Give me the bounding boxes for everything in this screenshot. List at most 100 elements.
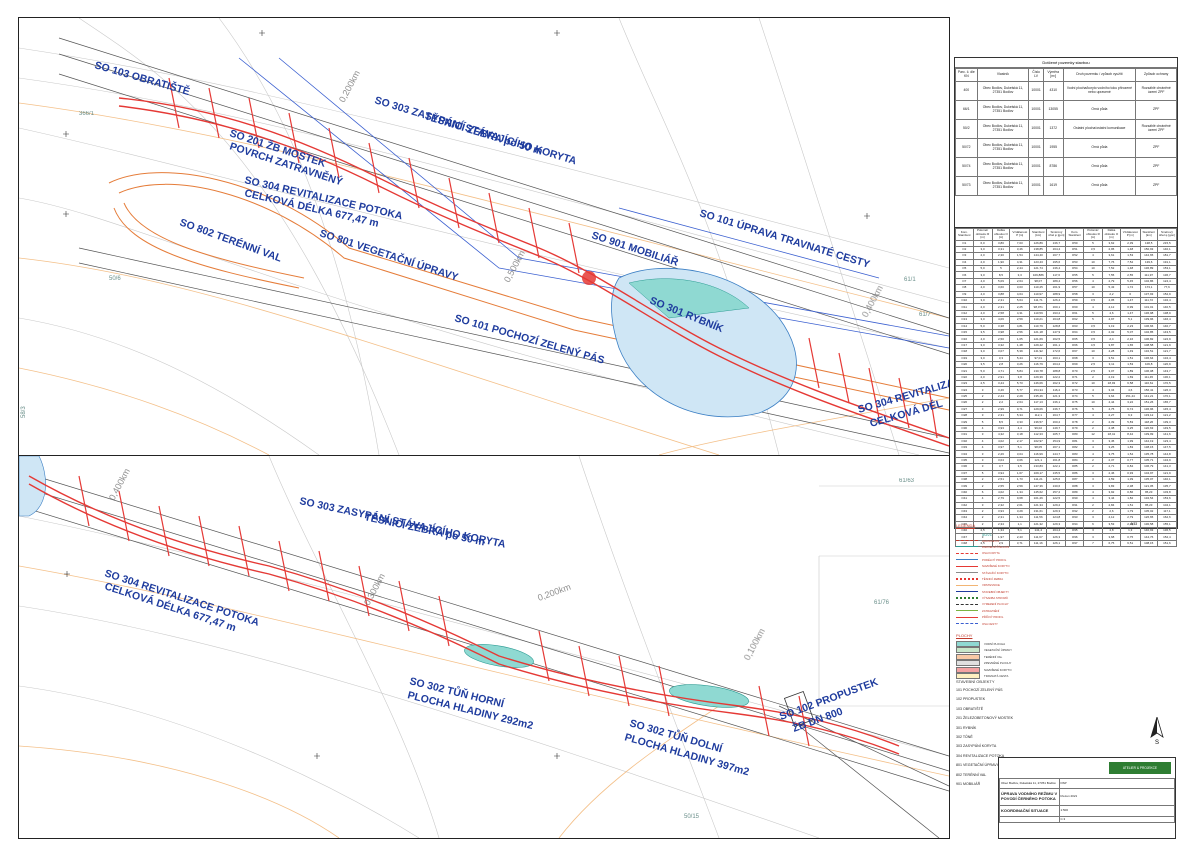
label-top-9: SO 901 MOBILIÁŘ bbox=[590, 228, 680, 268]
legend-area-title: PLOCHY bbox=[956, 632, 973, 638]
table-cell: 50/72 bbox=[955, 138, 978, 158]
object-item: 102 PROPUSTEK bbox=[956, 697, 986, 702]
table-row: 50/72 Obec Bodlov, Dukelská 11, 27351 Bod… bbox=[955, 138, 1177, 158]
legend-items: HRANICE KN PARCELNÍ ČÍSLA KN OSA KORYTA POD… bbox=[954, 537, 1176, 626]
table-cell: Ostatní plocha/ostatní komunikace bbox=[1062, 119, 1137, 139]
tb-empty bbox=[999, 816, 1060, 823]
coords-header: Staničení [km] bbox=[1139, 228, 1158, 241]
parcel-top-1: 50/6 bbox=[109, 276, 121, 282]
legend-label: VYMEZENÍ PLOCHY bbox=[982, 602, 1009, 607]
label-bottom-1: TĚSNICÍ ZEBRA po 50 m bbox=[363, 510, 486, 548]
object-item: 103 OBRATIŠTĚ bbox=[956, 706, 984, 711]
station-bottom-0: 0,400km bbox=[107, 467, 132, 502]
legend-symbol bbox=[956, 591, 978, 593]
map-top[interactable]: SO 103 OBRATIŠTĚ SO 303 ZASYPÁNÍ STÁVAJÍ… bbox=[19, 18, 949, 456]
table-cell: 10001 bbox=[1028, 119, 1044, 139]
table-cell: Orná půda bbox=[1062, 176, 1137, 196]
tb-scale: 1:500 bbox=[1058, 805, 1175, 817]
table-cell: Obec Bodlov, Dukelská 11, 27351 Bodlov bbox=[976, 157, 1030, 177]
parcel-top-0: 366/1 bbox=[79, 111, 95, 117]
parcel-bottom-1: 61/76 bbox=[874, 600, 890, 606]
legend-label: PODÉLNÝ PROFIL bbox=[982, 557, 1007, 562]
coords-header: Vzdálenost P [m] bbox=[1119, 228, 1141, 241]
coords-header: Kom. Staničení bbox=[1065, 228, 1084, 241]
table-cell: Orná půda bbox=[1062, 138, 1137, 158]
label-top-12: SO 101 POCHOZÍ ZELENÝ PÁS bbox=[453, 311, 606, 366]
legend-label: PŘÍČNÝ PROFIL bbox=[982, 615, 1004, 620]
legend-label: ZPEVNĚNÉ PLOCHY bbox=[984, 661, 1012, 666]
ownership-title: Dotčené pozemky stavbou bbox=[955, 58, 1177, 68]
table-row: 50/2 Obec Bodlov, Dukelská 11, 27351 Bodl… bbox=[955, 119, 1177, 139]
object-item: 101 POCHOZÍ ZELENÝ PÁS bbox=[956, 688, 1003, 692]
lower-pond bbox=[669, 684, 749, 708]
legend-label: VÝSADBA STROMŮ bbox=[982, 596, 1008, 601]
table-row: 66/1 Obec Bodlov, Dukelská 11, 27351 Bodl… bbox=[955, 100, 1177, 120]
table-cell: 50/2 bbox=[955, 119, 978, 139]
station-bottom-3: 0,100km bbox=[742, 627, 767, 662]
table-cell: Orná půda bbox=[1062, 157, 1137, 177]
object-item: 201 ŽELEZOBETONOVÝ MOSTEK bbox=[956, 716, 1014, 721]
coords-header: Staničení [km] bbox=[1029, 228, 1048, 241]
table-cell: ZPF bbox=[1135, 138, 1177, 158]
legend-symbol bbox=[956, 552, 978, 554]
title-block-grid: Obec Bodlov, Dukelská 11, 27351 Bodlov DS… bbox=[999, 778, 1175, 823]
ownership-table: Dotčené pozemky stavbou Parc. č. dle KN V… bbox=[954, 57, 1178, 231]
table-cell: 10001 bbox=[1028, 176, 1044, 196]
legend-symbol bbox=[956, 603, 978, 605]
legend-label: STAVEBNÍ OBJEKTY bbox=[982, 589, 1009, 594]
legend-label: HRANICE KN bbox=[982, 538, 1000, 543]
legend-label: OSA KORYTA bbox=[982, 551, 1000, 556]
legend-symbol bbox=[956, 546, 978, 548]
legend-symbol bbox=[956, 610, 978, 612]
legend: LEGENDA 50/21 HRANICE KN PARCELNÍ ČÍSLA K… bbox=[954, 519, 1176, 679]
table-cell: 10001 bbox=[1028, 157, 1044, 177]
station-bottom-2: 0,200km bbox=[536, 582, 572, 603]
legend-symbol bbox=[956, 565, 978, 567]
table-cell: ZPF bbox=[1135, 176, 1177, 196]
legend-symbol bbox=[956, 577, 978, 580]
legend-symbol bbox=[956, 559, 978, 561]
legend-label: OSA CESTY bbox=[982, 621, 998, 626]
table-cell: 10001 bbox=[1028, 100, 1044, 120]
legend-label: NAVRŽENÉ KORYTO bbox=[982, 564, 1010, 569]
drawing-sheet: SO 103 OBRATIŠTĚ SO 303 ZASYPÁNÍ STÁVAJÍ… bbox=[18, 17, 950, 839]
table-cell: Obec Bodlov, Dukelská 11, 27351 Bodlov bbox=[976, 176, 1030, 196]
table-cell: 66/1 bbox=[955, 100, 978, 120]
legend-label: NAVRŽENÉ KORYTO bbox=[984, 667, 1012, 672]
table-cell: 4310 bbox=[1042, 81, 1064, 101]
table-cell: Rozsáhlé chráněné území ZPF bbox=[1135, 119, 1177, 139]
coords-header: Vzdálenost P [m] bbox=[1009, 228, 1031, 241]
table-cell: ZPF bbox=[1135, 100, 1177, 120]
label-top-2: TĚSNICÍ ZEBRA po 50 m bbox=[423, 109, 544, 157]
object-item: 301 RYBNÍK bbox=[956, 725, 977, 730]
tb-investor: Obec Bodlov, Dukelská 11, 27351 Bodlov bbox=[999, 778, 1060, 789]
parcel-top-3: 61/7 bbox=[919, 312, 931, 318]
table-cell: 1955 bbox=[1042, 138, 1064, 158]
table-cell: 10001 bbox=[1028, 81, 1044, 101]
legend-symbol bbox=[956, 597, 978, 600]
legend-swatch bbox=[956, 641, 980, 648]
table-cell: Rozsáhlé chráněné území ZPF bbox=[1135, 81, 1177, 101]
ownership-grid: Parc. č. dle KN Vlastník Číslo LV Výměra [m… bbox=[955, 68, 1177, 196]
coords-header: Směrový úhel φ [gon] bbox=[1046, 228, 1067, 241]
legend-symbol bbox=[956, 623, 978, 625]
legend-label: PARCELNÍ ČÍSLA KN bbox=[982, 544, 1010, 549]
label-top-7: SO 802 TERÉNNÍ VAL bbox=[178, 216, 284, 265]
map-bottom-svg: SO 303 ZASYPÁNÍ STÁVAJÍCÍHO KORYTA TĚSNI… bbox=[19, 456, 949, 838]
legend-label: VRSTEVNICE bbox=[982, 583, 1000, 588]
legend-symbol bbox=[956, 584, 978, 586]
coords-header: Kom. Staničení bbox=[955, 228, 974, 241]
legend-swatch bbox=[956, 653, 980, 660]
parcel-bottom-0: 61/63 bbox=[899, 478, 915, 484]
legend-swatch bbox=[956, 660, 980, 667]
map-bottom[interactable]: SO 303 ZASYPÁNÍ STÁVAJÍCÍHO KORYTA TĚSNI… bbox=[19, 456, 949, 838]
object-item: 303 ZASYPÁNÍ KORYTA bbox=[956, 744, 997, 749]
legend-parcel-code: 50/21 bbox=[982, 531, 993, 537]
map-top-svg: SO 103 OBRATIŠTĚ SO 303 ZASYPÁNÍ STÁVAJÍ… bbox=[19, 18, 949, 455]
tb-date: březen 2021 bbox=[1058, 788, 1175, 806]
legend-areas: VODNÍ PLOCHA VEGETAČNÍ ÚPRAVY TERÉNNÍ VAL Z… bbox=[954, 641, 1176, 679]
table-cell: 400 bbox=[955, 81, 978, 101]
table-cell: 1372 bbox=[1042, 119, 1064, 139]
station-top-0: 0,200km bbox=[337, 69, 362, 104]
company-logo: ATELIER & PROJEKCE bbox=[1109, 762, 1171, 774]
